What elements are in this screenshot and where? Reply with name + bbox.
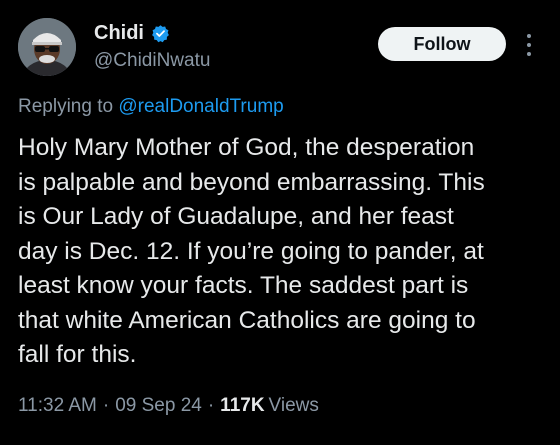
tweet-line: is palpable and beyond embarrassing. Thi… xyxy=(18,168,485,196)
tweet-line: fall for this. xyxy=(18,341,137,368)
meta-separator: · xyxy=(207,395,215,416)
follow-button[interactable]: Follow xyxy=(378,27,506,61)
tweet-line: is Our Lady of Guadalupe, and her feast xyxy=(18,203,454,230)
tweet-date[interactable]: 09 Sep 24 xyxy=(115,395,202,417)
views-count[interactable]: 117K xyxy=(220,395,264,417)
tweet-line: day is Dec. 12. If you’re going to pande… xyxy=(18,237,484,265)
views-label: Views xyxy=(268,395,319,416)
replying-to-label: Replying to xyxy=(18,96,114,117)
meta-separator: · xyxy=(102,395,110,416)
author-handle[interactable]: @ChidiNwatu xyxy=(94,50,210,72)
more-options-icon[interactable] xyxy=(525,34,533,56)
replying-to-mention[interactable]: @realDonaldTrump xyxy=(118,96,283,117)
tweet-time[interactable]: 11:32 AM xyxy=(18,395,97,417)
author-name[interactable]: Chidi xyxy=(94,22,144,45)
avatar[interactable] xyxy=(18,18,76,76)
tweet-meta: 11:32 AM · 09 Sep 24 · 117K Views xyxy=(18,395,319,417)
verified-badge-icon xyxy=(152,25,169,43)
tweet-line: least know your facts. The saddest part … xyxy=(18,272,469,299)
tweet-text: Holy Mary Mother of God, the desperation… xyxy=(18,131,548,373)
tweet-line: Holy Mary Mother of God, the desperation xyxy=(18,134,475,161)
tweet-line: that white American Catholics are going … xyxy=(18,306,476,334)
replying-to: Replying to @realDonaldTrump xyxy=(18,96,284,118)
